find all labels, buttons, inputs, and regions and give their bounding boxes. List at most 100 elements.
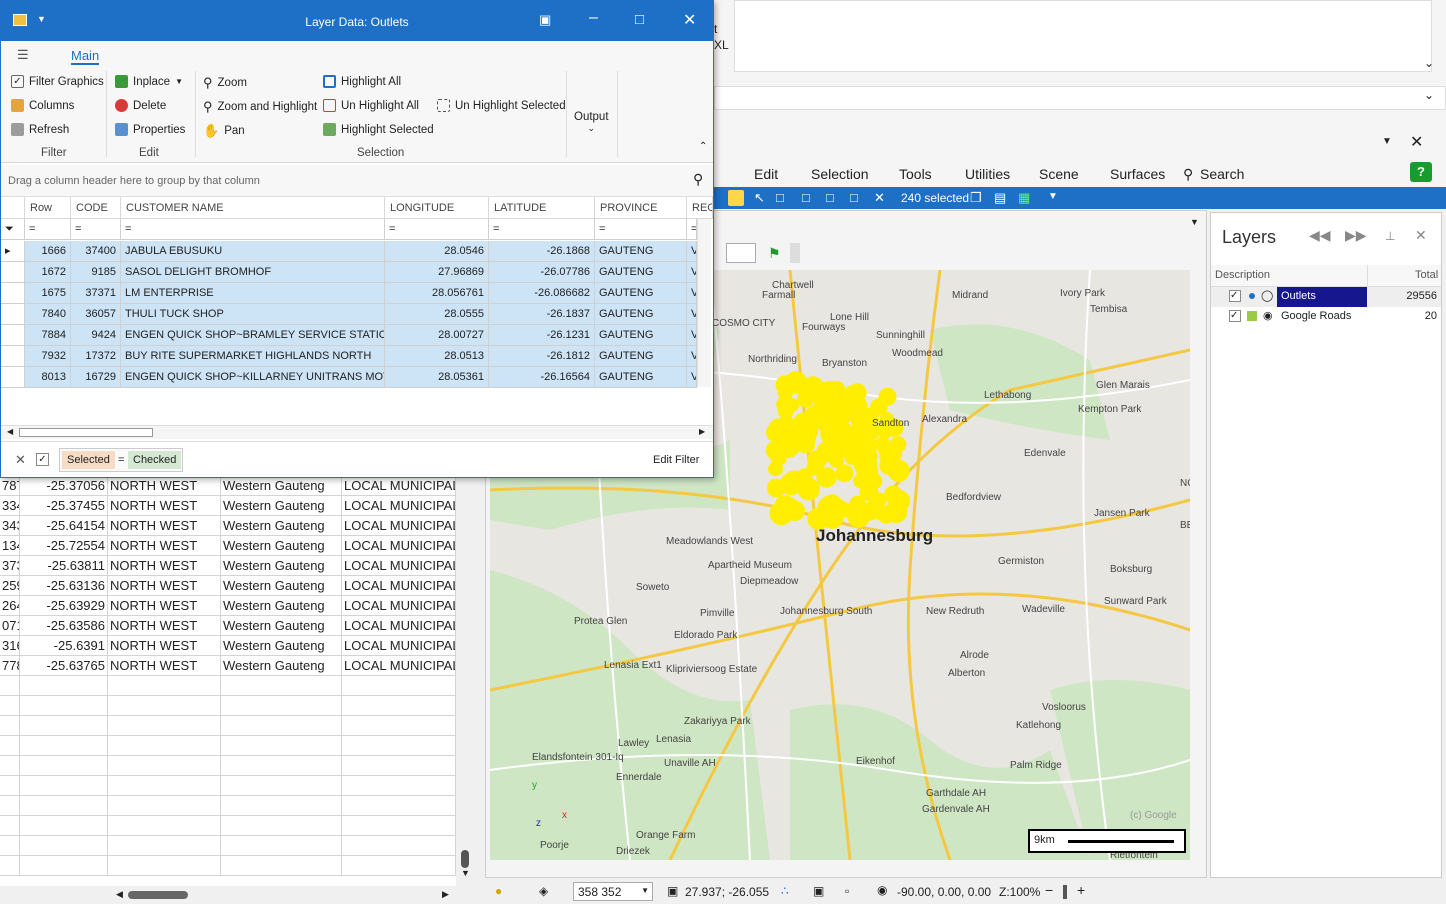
scroll-left-icon[interactable]: ◀ [116, 889, 123, 900]
refresh-button[interactable]: Refresh [11, 123, 69, 136]
sheet-cell[interactable]: Western Gauteng [221, 636, 342, 656]
grid-hscroll[interactable]: ◀ ▶ [1, 425, 713, 439]
sheet-cell[interactable] [20, 776, 108, 796]
select-crop-icon[interactable]: □ [850, 190, 858, 205]
table-cell[interactable]: -26.1231 [489, 325, 595, 346]
close-icon[interactable]: ✕ [683, 10, 696, 30]
dropdown-icon[interactable]: ▼ [641, 886, 649, 895]
address-bar[interactable] [714, 86, 1446, 110]
layer-row-google-roads[interactable]: ✓ ◉ Google Roads 20 [1211, 307, 1441, 327]
sheet-cell[interactable] [20, 756, 108, 776]
sheet-cell[interactable] [108, 676, 221, 696]
sheet-cell[interactable]: 343 [0, 516, 20, 536]
maximize-icon[interactable]: □ [635, 11, 644, 28]
toolbar-grip[interactable] [790, 243, 800, 263]
sheet-cell[interactable] [342, 796, 456, 816]
outlet-point[interactable] [784, 371, 808, 394]
sheet-cell[interactable] [0, 856, 20, 876]
sheet-cell[interactable]: LOCAL MUNICIPAL [342, 596, 456, 616]
sheet-cell[interactable]: NORTH WEST [108, 656, 221, 676]
sheet-cell[interactable]: LOCAL MUNICIPAL [342, 536, 456, 556]
pin-icon[interactable]: ⊥ [1385, 229, 1395, 243]
layer-style-button[interactable] [726, 243, 756, 263]
sheet-cell[interactable] [108, 776, 221, 796]
table-cell[interactable]: 28.0546 [385, 241, 489, 262]
sheet-cell[interactable]: LOCAL MUNICIPAL [342, 636, 456, 656]
outlet-point[interactable] [806, 460, 821, 476]
menu-icon[interactable]: ☰ [17, 47, 29, 63]
menu-surfaces[interactable]: Surfaces [1110, 166, 1165, 182]
outlet-point[interactable] [853, 473, 868, 489]
filter-graphics-checkbox[interactable]: ✓ Filter Graphics [11, 75, 104, 88]
sheet-cell[interactable]: NORTH WEST [108, 496, 221, 516]
bookmark-icon[interactable]: ⚑ [768, 245, 781, 262]
scroll-down-icon[interactable]: ▼ [461, 868, 470, 878]
menu-selection[interactable]: Selection [811, 166, 869, 182]
sheet-cell[interactable] [0, 676, 20, 696]
table-cell[interactable]: -26.1868 [489, 241, 595, 262]
sheet-cell[interactable] [20, 696, 108, 716]
scale-select[interactable]: 358 352 ▼ [573, 882, 653, 901]
table-cell[interactable]: V [687, 283, 697, 304]
sheet-cell[interactable] [221, 716, 342, 736]
sheet-cell[interactable]: 787 [0, 476, 20, 496]
sheet-cell[interactable] [0, 696, 20, 716]
sheet-cell[interactable]: NORTH WEST [108, 596, 221, 616]
select-crop-icon[interactable]: □ [776, 190, 784, 205]
outlet-point[interactable] [845, 425, 863, 443]
sheet-cell[interactable]: NORTH WEST [108, 536, 221, 556]
table-row[interactable]: 1672 9185 SASOL DELIGHT BROMHOF 27.96869 -26… [1, 262, 697, 283]
sheet-cell[interactable] [221, 836, 342, 856]
sheet-cell[interactable]: 334 [0, 496, 20, 516]
sheet-cell[interactable] [20, 716, 108, 736]
row-indicator[interactable] [1, 346, 25, 367]
dropdown-icon[interactable]: ▼ [1048, 191, 1058, 202]
table-cell[interactable]: 28.0513 [385, 346, 489, 367]
globe-icon[interactable]: ◈ [539, 884, 548, 898]
close-icon[interactable]: ✕ [1415, 227, 1427, 244]
sheet-cell[interactable]: -25.72554 [20, 536, 108, 556]
search-icon[interactable]: ⚲ [1183, 166, 1193, 183]
sheet-cell[interactable] [0, 716, 20, 736]
sheet-cell[interactable]: LOCAL MUNICIPAL [342, 496, 456, 516]
sheet-cell[interactable]: NORTH WEST [108, 636, 221, 656]
copy-icon[interactable]: ❐ [970, 190, 982, 206]
sheet-cell[interactable]: LOCAL MUNICIPAL [342, 576, 456, 596]
excel-icon[interactable]: ▦ [1018, 190, 1030, 206]
sheet-cell[interactable] [0, 776, 20, 796]
sheet-cell[interactable]: Western Gauteng [221, 496, 342, 516]
unhighlight-all-button[interactable]: Un Highlight All [323, 99, 419, 112]
table-cell[interactable]: SASOL DELIGHT BROMHOF [121, 262, 385, 283]
sheet-cell[interactable] [342, 716, 456, 736]
outlet-point[interactable] [875, 436, 891, 452]
layer-checkbox[interactable]: ✓ [1229, 310, 1241, 322]
sheet-cell[interactable] [20, 736, 108, 756]
sheet-cell[interactable]: LOCAL MUNICIPAL [342, 616, 456, 636]
table-cell[interactable]: 1675 [25, 283, 71, 304]
sheet-cell[interactable]: -25.63765 [20, 656, 108, 676]
sheet-cell[interactable]: Western Gauteng [221, 596, 342, 616]
sheet-cell[interactable]: -25.63586 [20, 616, 108, 636]
table-row[interactable]: 8013 16729 ENGEN QUICK SHOP~KILLARNEY UNIT… [1, 367, 697, 388]
sheet-cell[interactable]: -25.64154 [20, 516, 108, 536]
sheet-cell[interactable]: LOCAL MUNICIPAL [342, 656, 456, 676]
sheet-cell[interactable]: Western Gauteng [221, 616, 342, 636]
row-indicator[interactable]: ▸ [1, 241, 25, 262]
outlet-point[interactable] [865, 472, 883, 490]
column-header[interactable]: CUSTOMER NAME [121, 197, 385, 219]
zoom-in-icon[interactable]: + [1077, 882, 1085, 898]
sheet-cell[interactable]: Western Gauteng [221, 576, 342, 596]
row-indicator[interactable] [1, 283, 25, 304]
lock-icon[interactable]: ▣ [813, 884, 824, 898]
outlet-point[interactable] [836, 402, 857, 423]
sheet-cell[interactable] [20, 856, 108, 876]
output-button[interactable]: Output ⌄ [574, 111, 609, 134]
table-cell[interactable]: 1672 [25, 262, 71, 283]
outlet-point[interactable] [888, 490, 911, 512]
filter-enable-checkbox[interactable]: ✓ [36, 453, 49, 466]
table-cell[interactable]: V [687, 262, 697, 283]
filter-icon[interactable]: ⏷ [1, 219, 25, 240]
sheet-cell[interactable] [342, 736, 456, 756]
sheet-cell[interactable] [20, 836, 108, 856]
table-row[interactable]: ▸ 1666 37400 JABULA EBUSUKU 28.0546 -26.1868 G… [1, 241, 697, 262]
